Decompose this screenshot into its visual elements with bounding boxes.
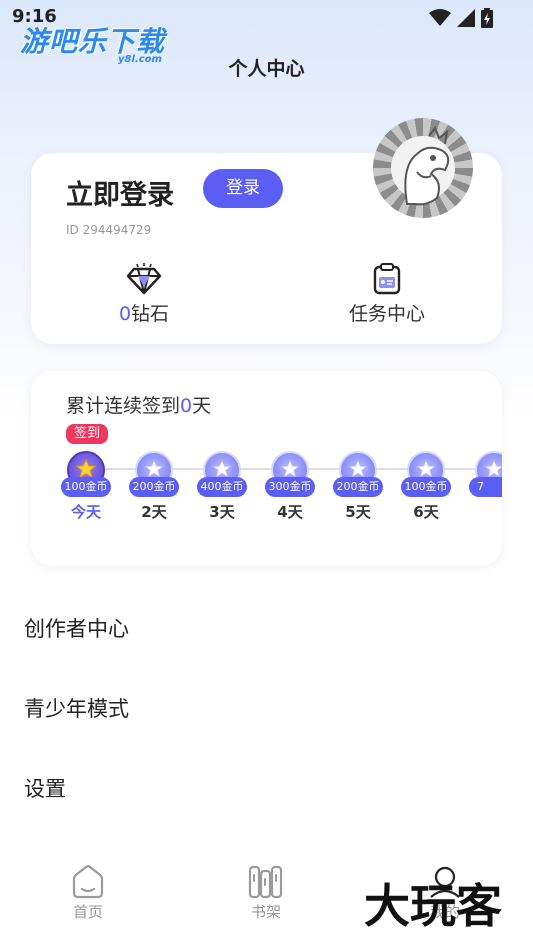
reward-pill: 400金币 (197, 477, 247, 497)
diamond-icon (126, 263, 162, 295)
wifi-icon (429, 9, 451, 26)
star-icon (348, 459, 368, 479)
tab-bookshelf[interactable]: 书架 (216, 863, 316, 922)
checkin-title-suffix: 天 (192, 395, 212, 417)
home-icon (72, 865, 104, 899)
tab-home[interactable]: 首页 (38, 863, 138, 922)
status-icons (429, 8, 493, 28)
reward-pill: 7 (469, 477, 502, 497)
day-label: 3天 (209, 503, 235, 521)
user-id: ID 294494729 (66, 223, 152, 237)
battery-icon (481, 8, 493, 28)
reward-pill: 100金币 (61, 477, 111, 497)
menu-creator-center[interactable]: 创作者中心 (24, 613, 129, 643)
checkin-title: 累计连续签到0天 (66, 391, 211, 418)
bookshelf-icon (248, 865, 283, 899)
avatar-dragon-icon (404, 126, 450, 206)
day-label: 6天 (413, 503, 439, 521)
signal-icon (457, 9, 475, 27)
star-icon (76, 459, 96, 479)
login-button[interactable]: 登录 (203, 169, 283, 208)
diamond-stat[interactable]: 0钻石 (84, 263, 204, 326)
reward-pill: 100金币 (401, 477, 451, 497)
star-icon (280, 459, 300, 479)
diamond-label: 钻石 (131, 303, 170, 325)
star-icon (484, 459, 502, 479)
checkin-card: 累计连续签到0天 签到 100金币 200金币 400金币 300金币 200金… (31, 371, 502, 566)
star-icon (416, 459, 436, 479)
task-clipboard-icon (373, 263, 401, 295)
task-center-label: 任务中心 (348, 303, 425, 325)
login-title[interactable]: 立即登录 (66, 173, 174, 212)
page-title: 个人中心 (228, 58, 305, 80)
diamond-count: 0 (118, 303, 132, 325)
day-label: 4天 (277, 503, 303, 521)
day-label: 2天 (141, 503, 167, 521)
star-icon (212, 459, 232, 479)
menu-settings[interactable]: 设置 (24, 773, 66, 803)
tab-bookshelf-label: 书架 (250, 903, 281, 921)
corner-watermark: 大玩客 (364, 879, 502, 933)
task-center-stat[interactable]: 任务中心 (327, 263, 447, 326)
checkin-days-count: 0 (180, 395, 193, 417)
avatar[interactable] (373, 118, 473, 218)
star-icon (144, 459, 164, 479)
checkin-title-prefix: 累计连续签到 (66, 395, 181, 417)
reward-pill: 200金币 (333, 477, 383, 497)
day-label: 5天 (345, 503, 371, 521)
reward-pill: 300金币 (265, 477, 315, 497)
menu-youth-mode[interactable]: 青少年模式 (24, 693, 129, 723)
reward-pill: 200金币 (129, 477, 179, 497)
tab-home-label: 首页 (72, 903, 103, 921)
checkin-tag[interactable]: 签到 (66, 424, 108, 444)
day-label-today: 今天 (70, 503, 101, 521)
